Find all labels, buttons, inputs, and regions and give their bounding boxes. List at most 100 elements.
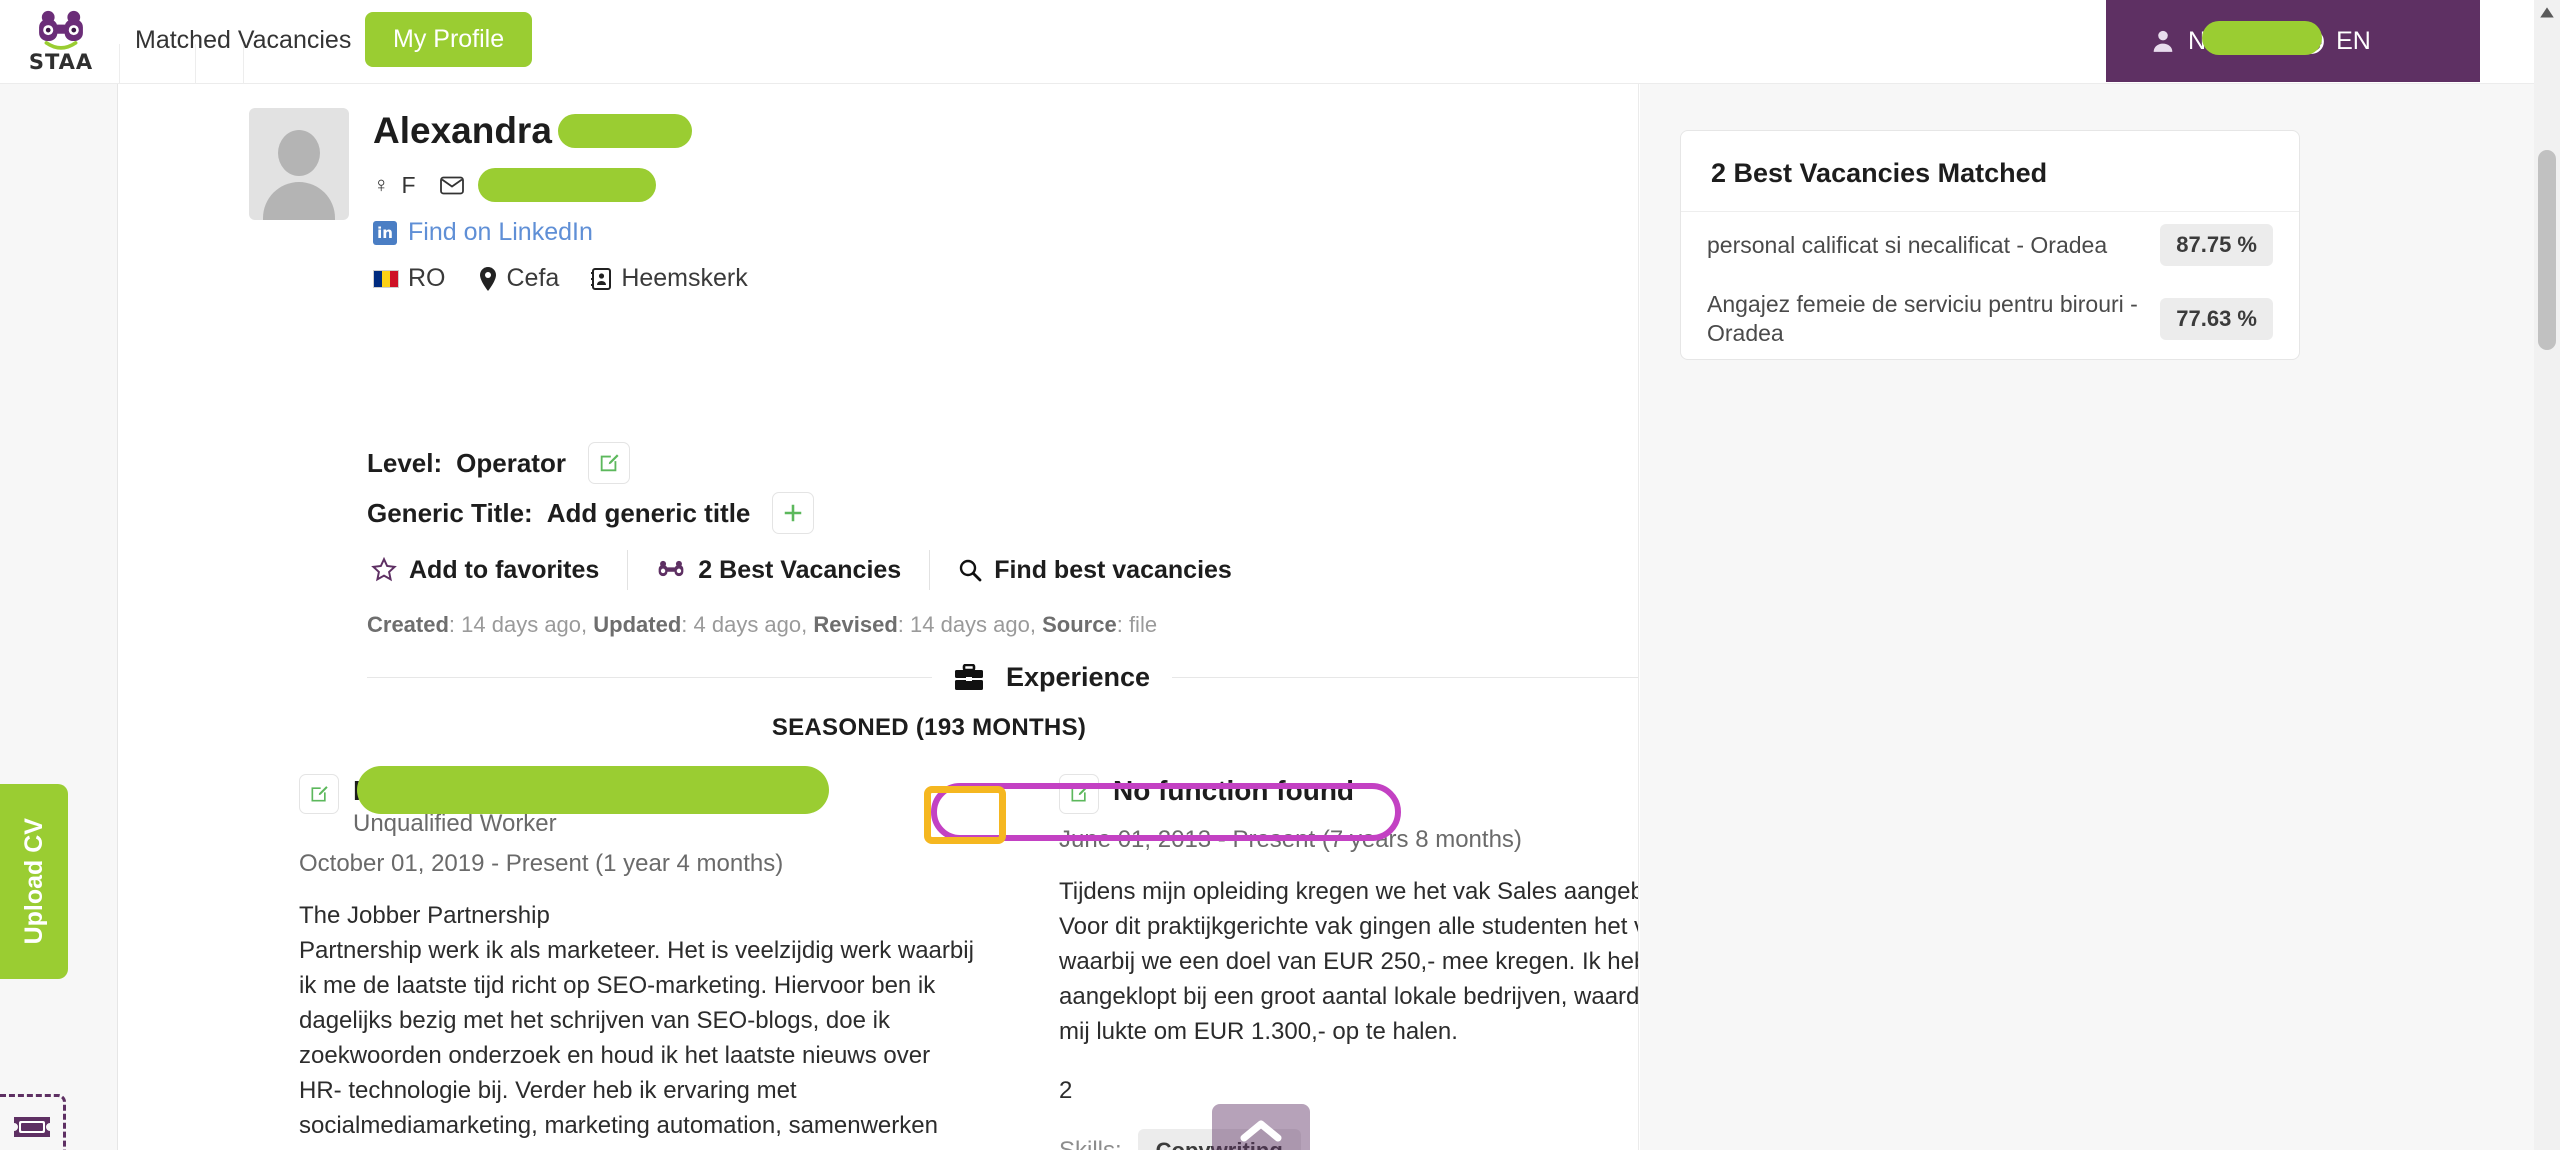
best-vacancies-label: 2 Best Vacancies (698, 555, 902, 584)
plus-icon (785, 504, 802, 522)
level-label: Level: (367, 447, 443, 478)
experience-entry-2: No function found June 01, 2013 - Presen… (1059, 774, 1639, 1150)
vacancy-match-percent: 77.63 % (2160, 297, 2273, 340)
nav-my-profile-button[interactable]: My Profile (365, 12, 533, 67)
logo-text: STAA (28, 50, 94, 74)
edit-experience-1-button[interactable] (299, 774, 339, 814)
avatar (249, 108, 349, 220)
company-city-value: Heemskerk (621, 264, 748, 292)
vacancy-name: Angajez femeie de serviciu pentru birour… (1707, 291, 2138, 346)
chevron-up-icon (1240, 1120, 1282, 1142)
lastname-redaction (557, 114, 692, 148)
vacancy-match-percent: 87.75 % (2160, 224, 2273, 266)
scroll-to-top-button[interactable] (1212, 1104, 1310, 1150)
generic-title-row: Generic Title: Add generic title (367, 492, 815, 534)
experience-title-group: Experience (954, 662, 1150, 693)
gender-value: F (401, 171, 416, 198)
experience-entry-1-header: I Unqualified Worker (299, 766, 979, 838)
coupon-button[interactable] (0, 1094, 66, 1150)
binoculars-logo-icon (39, 10, 83, 50)
experience-section-header: Experience (367, 662, 1638, 693)
nav-matched-vacancies[interactable]: Matched Vacancies (135, 26, 351, 55)
user-account-bar: N EN (2106, 0, 2480, 82)
experience-entry-2-body: Tijdens mijn opleiding kregen we het vak… (1059, 878, 1639, 1046)
profile-info: Alexandra ♀ F in Find on LinkedIn RO Cef… (373, 108, 748, 293)
linkedin-link[interactable]: in Find on LinkedIn (373, 218, 748, 247)
updated-value: 4 days ago, (693, 612, 808, 637)
experience-entry-2-header: No function found (1059, 774, 1638, 814)
best-vacancies-button[interactable]: 2 Best Vacancies (628, 556, 929, 585)
profile-main-panel: Alexandra ♀ F in Find on LinkedIn RO Cef… (119, 84, 1639, 1150)
ticket-icon (13, 1117, 50, 1137)
generic-title-value: Add generic title (546, 497, 751, 528)
add-to-favorites-label: Add to favorites (409, 555, 600, 584)
experience-columns: I Unqualified Worker October 01, 2019 - … (299, 766, 1639, 1150)
upload-cv-button[interactable]: Upload CV (0, 784, 68, 979)
email-icon (439, 176, 464, 194)
add-generic-title-button[interactable] (772, 492, 815, 534)
username[interactable]: N (2188, 20, 2322, 56)
scrollbar-up-arrow-icon[interactable] (2538, 4, 2556, 22)
profile-header: Alexandra ♀ F in Find on LinkedIn RO Cef… (249, 108, 748, 293)
binoculars-icon (658, 560, 684, 577)
edit-icon (600, 454, 619, 472)
profile-meta: Created: 14 days ago, Updated: 4 days ag… (367, 612, 1158, 637)
city-value: Cefa (506, 264, 560, 292)
vacancy-row[interactable]: Angajez femeie de serviciu pentru birour… (1681, 278, 2299, 360)
best-vacancies-card-title: 2 Best Vacancies Matched (1681, 131, 2299, 212)
location-row: RO Cefa Heemskerk (373, 264, 748, 293)
vacancy-row[interactable]: personal calificat si necalificat - Orad… (1681, 212, 2299, 278)
edit-icon (1071, 786, 1088, 802)
gender-icon: ♀ (373, 172, 390, 197)
country-code: RO (408, 264, 446, 292)
contact-card-icon (591, 267, 612, 290)
experience-entry-1-body: The Jobber Partnership Partnership werk … (299, 901, 974, 1150)
experience-entry-1-redaction (357, 766, 829, 814)
map-pin-icon (479, 266, 496, 291)
find-best-vacancies-button[interactable]: Find best vacancies (930, 556, 1260, 585)
briefcase-icon (954, 663, 983, 690)
source-value: file (1128, 612, 1158, 637)
experience-entry-2-skills: Skills: Copywriting (1059, 1129, 1638, 1150)
updated-label: Updated (593, 612, 682, 637)
created-value: 14 days ago, (461, 612, 588, 637)
user-icon (2153, 30, 2173, 52)
edit-icon (311, 786, 328, 802)
level-row: Level: Operator (367, 442, 630, 484)
profile-contact-row: ♀ F (373, 168, 748, 202)
experience-entry-2-dates: June 01, 2013 - Present (7 years 8 month… (1059, 826, 1522, 853)
page-scrollbar[interactable] (2534, 0, 2560, 1150)
left-rail: Upload CV (0, 84, 118, 1150)
upload-cv-label: Upload CV (19, 818, 48, 945)
staa-logo[interactable]: STAA (22, 2, 100, 82)
language-selector[interactable]: EN (2336, 27, 2371, 56)
find-best-vacancies-label: Find best vacancies (994, 555, 1232, 584)
revised-value: 14 days ago, (910, 612, 1036, 637)
source-label: Source (1042, 612, 1117, 637)
add-to-favorites-button[interactable]: Add to favorites (367, 556, 627, 585)
search-icon (960, 559, 982, 582)
edit-experience-2-button[interactable] (1059, 774, 1099, 814)
scrollbar-thumb[interactable] (2538, 150, 2556, 350)
linkedin-icon: in (373, 220, 397, 245)
generic-title-label: Generic Title: (367, 497, 533, 528)
experience-entry-1: I Unqualified Worker October 01, 2019 - … (299, 766, 979, 1150)
best-vacancies-card: 2 Best Vacancies Matched personal califi… (1680, 130, 2300, 360)
star-icon (371, 557, 397, 582)
experience-entry-2-title: No function found (1113, 775, 1355, 806)
seniority-label: SEASONED (193 MONTHS) (771, 714, 1087, 741)
edit-level-button[interactable] (587, 442, 630, 484)
skills-label: Skills: (1059, 1137, 1122, 1150)
page-title: Alexandra (373, 110, 552, 151)
app-root: View Regenerate Matching radius distance… (0, 0, 2560, 1150)
profile-name-row: Alexandra (373, 110, 748, 152)
romania-flag-icon (373, 269, 399, 288)
username-redaction (2202, 20, 2322, 55)
vacancy-name: personal calificat si necalificat - Orad… (1707, 231, 2108, 258)
experience-entry-1-dates: October 01, 2019 - Present (1 year 4 mon… (299, 849, 784, 877)
created-label: Created (367, 612, 449, 637)
level-value: Operator (456, 447, 566, 478)
profile-action-bar: Add to favorites 2 Best Vacancies Find b… (367, 550, 1260, 590)
experience-entry-2-count: 2 (1059, 1077, 1073, 1105)
revised-label: Revised (813, 612, 898, 637)
